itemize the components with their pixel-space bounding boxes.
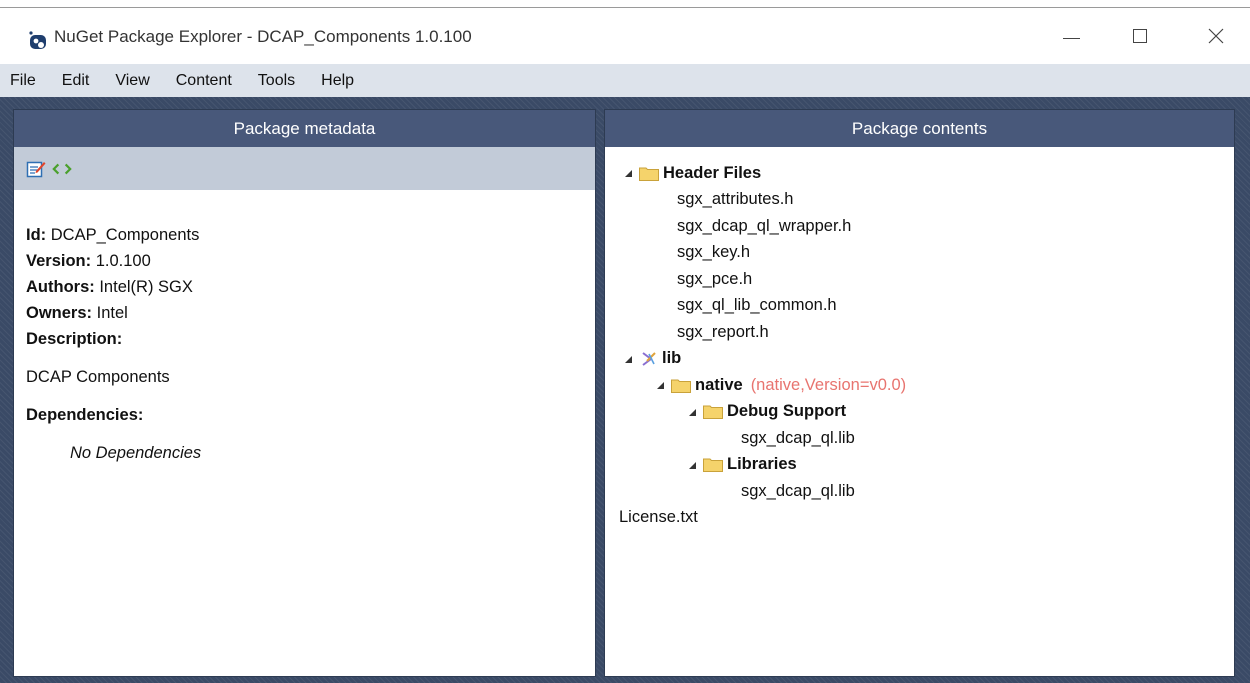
authors-label: Authors:	[26, 278, 95, 296]
lib-icon	[642, 351, 656, 366]
expanded-triangle-icon[interactable]	[687, 407, 697, 417]
edit-metadata-icon	[26, 161, 46, 177]
tree-file-license[interactable]: License.txt	[605, 505, 1234, 532]
file-name: License.txt	[619, 508, 698, 527]
version-label: Version:	[26, 252, 92, 270]
tree-folder-libraries[interactable]: Libraries	[605, 452, 1234, 479]
tree-folder-native[interactable]: native (native,Version=v0.0)	[605, 372, 1234, 399]
tree-file[interactable]: sgx_attributes.h	[605, 187, 1234, 214]
expanded-triangle-icon[interactable]	[655, 380, 665, 390]
minimize-icon	[1062, 37, 1080, 39]
tree-file[interactable]: sgx_ql_lib_common.h	[605, 293, 1234, 320]
file-name: sgx_attributes.h	[677, 190, 794, 209]
menu-file[interactable]: File	[0, 64, 49, 97]
menu-view[interactable]: View	[102, 64, 162, 97]
tree-folder-debug-support[interactable]: Debug Support	[605, 399, 1234, 426]
version-value: 1.0.100	[95, 252, 151, 270]
file-name: sgx_dcap_ql.lib	[741, 428, 855, 447]
maximize-icon	[1133, 29, 1147, 43]
tree-file[interactable]: sgx_dcap_ql.lib	[605, 425, 1234, 452]
tree-label: Debug Support	[727, 402, 847, 421]
tree-file[interactable]: sgx_pce.h	[605, 266, 1234, 293]
tree-label: native	[695, 375, 743, 394]
description-text: DCAP Components	[26, 368, 170, 386]
authors-value: Intel(R) SGX	[99, 278, 193, 296]
description-label: Description:	[26, 330, 123, 348]
package-metadata-panel: Package metadata Id: DCAP_Components Ver…	[13, 109, 596, 677]
file-name: sgx_key.h	[677, 243, 751, 262]
folder-icon	[671, 379, 691, 393]
expanded-triangle-icon[interactable]	[623, 168, 633, 178]
tree-file[interactable]: sgx_report.h	[605, 319, 1234, 346]
menu-bar: File Edit View Content Tools Help	[0, 64, 1250, 97]
id-value: DCAP_Components	[50, 226, 200, 244]
target-framework-tag: (native,Version=v0.0)	[750, 375, 907, 394]
tree-label: Header Files	[663, 163, 762, 182]
menu-help[interactable]: Help	[308, 64, 367, 97]
expanded-triangle-icon[interactable]	[623, 354, 633, 364]
tree-folder-header-files[interactable]: Header Files	[605, 160, 1234, 187]
expanded-triangle-icon[interactable]	[687, 460, 697, 470]
nuget-app-icon	[29, 31, 46, 49]
minimize-button[interactable]	[1043, 8, 1099, 64]
folder-icon	[703, 405, 723, 420]
owners-value: Intel	[96, 304, 128, 322]
dependencies-label: Dependencies:	[26, 406, 144, 424]
view-xml-button[interactable]	[52, 159, 72, 179]
workspace: Package metadata Id: DCAP_Components Ver…	[0, 97, 1250, 683]
package-metadata-header: Package metadata	[14, 110, 595, 147]
tree-label: Libraries	[727, 455, 797, 474]
menu-tools[interactable]: Tools	[245, 64, 308, 97]
menu-edit[interactable]: Edit	[49, 64, 103, 97]
file-name: sgx_dcap_ql_wrapper.h	[677, 216, 852, 235]
metadata-id-row: Id: DCAP_Components	[26, 222, 595, 248]
tree-label: lib	[662, 349, 682, 368]
metadata-body: Id: DCAP_Components Version: 1.0.100 Aut…	[26, 222, 595, 466]
metadata-version-row: Version: 1.0.100	[26, 248, 595, 274]
tree-folder-lib[interactable]: lib	[605, 346, 1234, 373]
close-icon	[1208, 28, 1224, 44]
id-label: Id:	[26, 226, 47, 244]
window-title: NuGet Package Explorer - DCAP_Components…	[54, 27, 472, 46]
maximize-button[interactable]	[1112, 8, 1168, 64]
window-top-edge	[0, 0, 1250, 8]
close-button[interactable]	[1188, 8, 1244, 64]
package-contents-tree: Header Files sgx_attributes.h sgx_dcap_q…	[605, 160, 1234, 531]
menu-content[interactable]: Content	[163, 64, 245, 97]
edit-metadata-button[interactable]	[26, 159, 46, 179]
view-xml-icon	[52, 163, 72, 174]
file-name: sgx_dcap_ql.lib	[741, 481, 855, 500]
folder-icon	[703, 458, 723, 473]
file-name: sgx_ql_lib_common.h	[677, 296, 837, 315]
metadata-toolbar	[14, 147, 595, 190]
owners-label: Owners:	[26, 304, 93, 322]
tree-file[interactable]: sgx_dcap_ql_wrapper.h	[605, 213, 1234, 240]
file-name: sgx_pce.h	[677, 269, 753, 288]
metadata-authors-row: Authors: Intel(R) SGX	[26, 274, 595, 300]
title-bar: NuGet Package Explorer - DCAP_Components…	[0, 8, 1250, 64]
metadata-owners-row: Owners: Intel	[26, 300, 595, 326]
folder-icon	[639, 167, 659, 181]
package-contents-panel: Package contents Header Files sgx_attrib…	[604, 109, 1235, 677]
no-dependencies-text: No Dependencies	[70, 444, 202, 462]
file-name: sgx_report.h	[677, 322, 769, 341]
tree-file[interactable]: sgx_key.h	[605, 240, 1234, 267]
package-contents-header: Package contents	[605, 110, 1234, 147]
tree-file[interactable]: sgx_dcap_ql.lib	[605, 478, 1234, 505]
